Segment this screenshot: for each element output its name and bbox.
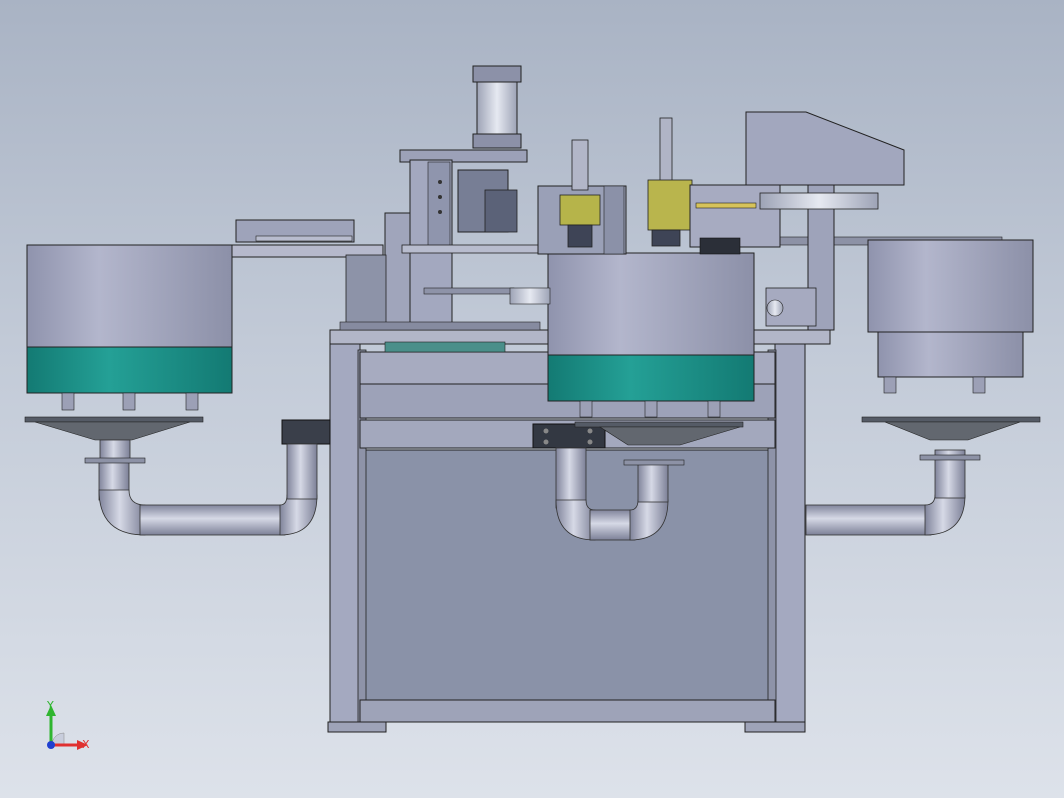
- machine-model[interactable]: Y X: [0, 0, 1064, 798]
- gripper-mechanism[interactable]: [537, 117, 781, 255]
- right-pipe[interactable]: [805, 449, 966, 536]
- axis-triad: Y X: [46, 699, 90, 751]
- press-assembly[interactable]: [235, 65, 551, 331]
- left-pipe[interactable]: [98, 443, 318, 536]
- y-axis-label: Y: [46, 699, 54, 712]
- cad-viewport[interactable]: Y X: [0, 0, 1064, 798]
- x-axis-label: X: [82, 738, 90, 751]
- z-axis-dot: [47, 741, 55, 749]
